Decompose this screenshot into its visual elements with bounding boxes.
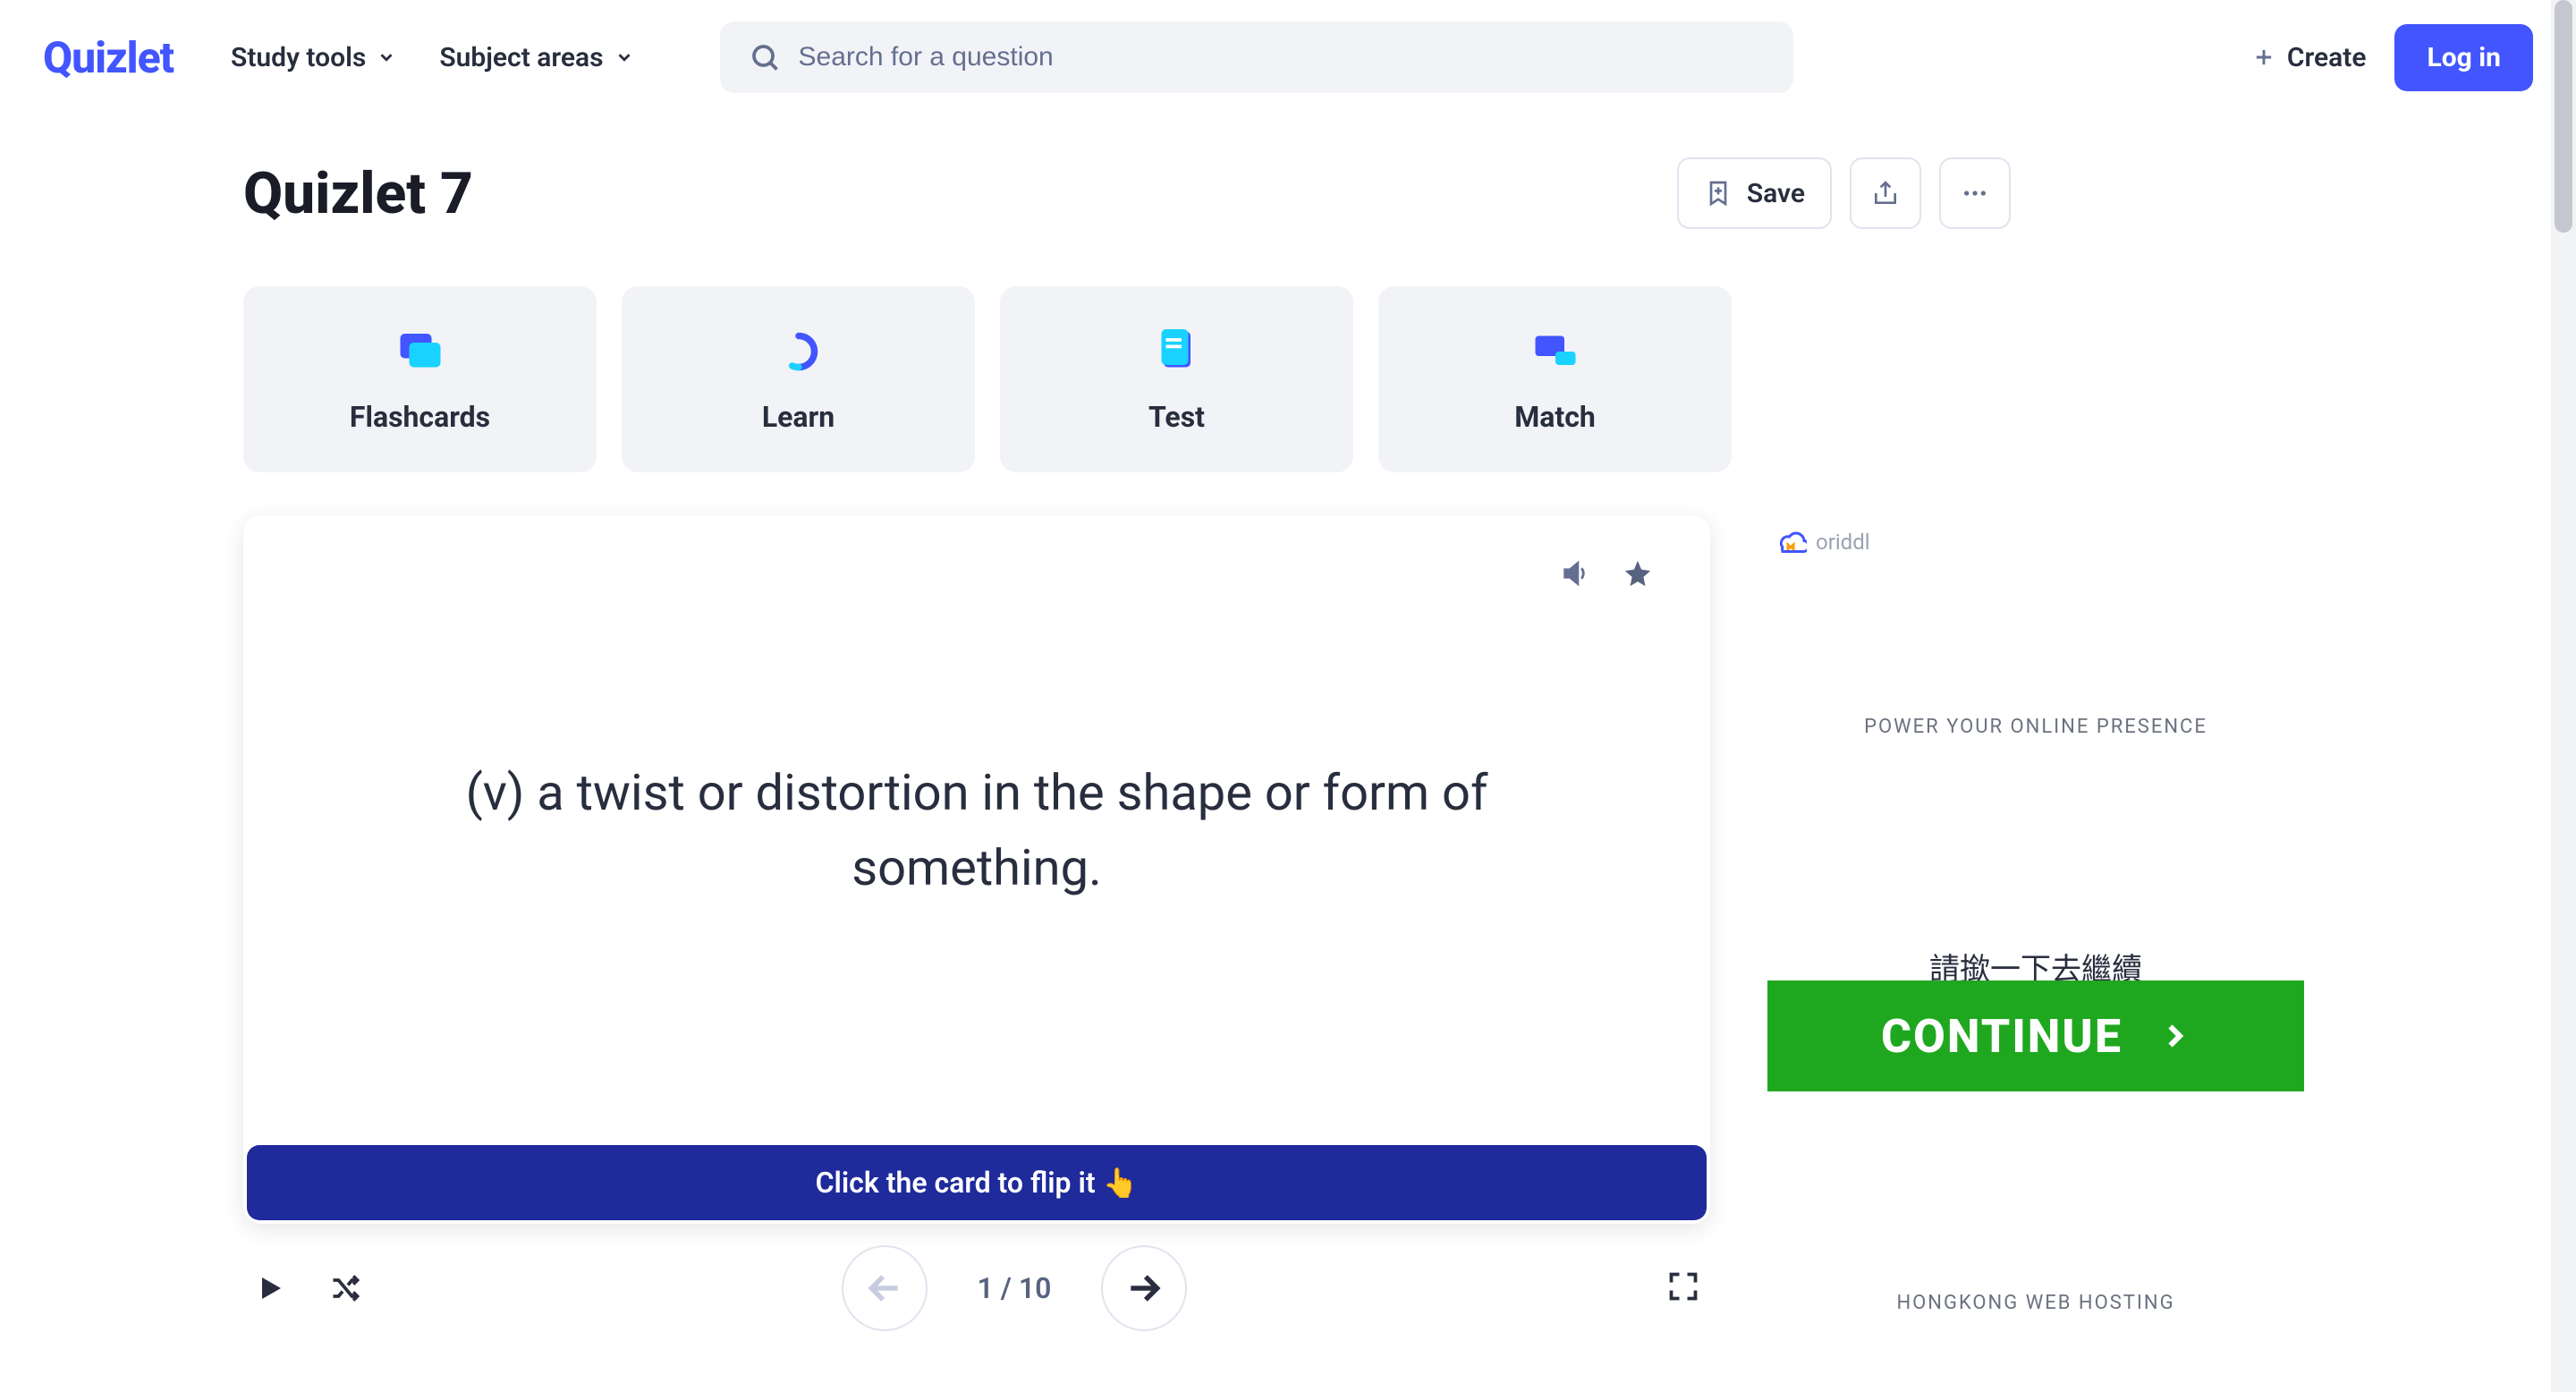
flip-hint[interactable]: Click the card to flip it 👆	[247, 1145, 1707, 1220]
mode-flashcards[interactable]: Flashcards	[243, 286, 597, 472]
ellipsis-icon	[1961, 179, 1989, 208]
next-card-button[interactable]	[1101, 1245, 1187, 1331]
scrollbar-thumb[interactable]	[2555, 0, 2572, 233]
card-counter: 1 / 10	[978, 1271, 1052, 1305]
save-button[interactable]: Save	[1677, 157, 1832, 229]
top-nav: Quizlet Study tools Subject areas Create…	[0, 0, 2576, 115]
search-icon	[749, 41, 781, 73]
ad-brand-logo: oriddl	[1775, 526, 1870, 558]
bookmark-icon	[1704, 179, 1733, 208]
ad-continue-button[interactable]: CONTINUE	[1767, 980, 2304, 1091]
learn-icon	[772, 325, 826, 378]
card-top-icons	[1560, 558, 1653, 589]
card-text-wrap: (v) a twist or distortion in the shape o…	[243, 515, 1710, 1145]
match-icon	[1529, 325, 1582, 378]
fullscreen-icon[interactable]	[1667, 1270, 1699, 1303]
chevron-down-icon	[377, 47, 396, 67]
card-area: (v) a twist or distortion in the shape o…	[243, 515, 2333, 1374]
test-icon	[1150, 325, 1204, 378]
mode-match[interactable]: Match	[1378, 286, 1732, 472]
create-label: Create	[2287, 42, 2367, 73]
play-icon[interactable]	[254, 1272, 286, 1304]
card-text: (v) a twist or distortion in the shape o…	[351, 755, 1603, 905]
chevron-right-icon	[2158, 1020, 2190, 1052]
ad-box[interactable]: oriddl POWER YOUR ONLINE PRESENCE 請撳一下去繼…	[1767, 515, 2304, 1374]
ad-column: oriddl POWER YOUR ONLINE PRESENCE 請撳一下去繼…	[1767, 515, 2304, 1374]
create-button[interactable]: Create	[2251, 42, 2367, 73]
search-input[interactable]	[799, 42, 1765, 72]
plus-icon	[2251, 45, 2276, 70]
controls-left	[254, 1272, 361, 1304]
prev-card-button[interactable]	[842, 1245, 928, 1331]
main: Quizlet 7 Save Flashcards Learn Test	[0, 157, 2576, 1374]
share-icon	[1871, 179, 1900, 208]
flashcard[interactable]: (v) a twist or distortion in the shape o…	[243, 515, 1710, 1224]
quizlet-logo[interactable]: Quizlet	[43, 32, 174, 83]
more-button[interactable]	[1939, 157, 2011, 229]
card-controls: 1 / 10	[243, 1245, 1710, 1331]
nav-study-tools[interactable]: Study tools	[231, 42, 396, 73]
study-modes: Flashcards Learn Test Match	[243, 286, 2333, 472]
chevron-down-icon	[614, 47, 634, 67]
audio-icon[interactable]	[1560, 558, 1590, 589]
mode-learn[interactable]: Learn	[622, 286, 975, 472]
mode-test[interactable]: Test	[1000, 286, 1353, 472]
star-icon[interactable]	[1623, 558, 1653, 589]
mode-test-label: Test	[1148, 400, 1205, 434]
nav-menus: Study tools Subject areas	[231, 42, 634, 73]
controls-right	[1667, 1270, 1699, 1306]
flashcards-icon	[394, 325, 447, 378]
login-button[interactable]: Log in	[2394, 24, 2533, 91]
title-row: Quizlet 7 Save	[243, 157, 2333, 229]
mode-learn-label: Learn	[762, 400, 835, 434]
title-actions: Save	[1677, 157, 2011, 229]
nav-subject-areas[interactable]: Subject areas	[439, 42, 633, 73]
ad-brand-label: oriddl	[1816, 530, 1870, 555]
arrow-right-icon	[1124, 1269, 1164, 1308]
nav-subject-areas-label: Subject areas	[439, 42, 603, 73]
nav-right: Create Log in	[2251, 24, 2533, 91]
ad-headline: POWER YOUR ONLINE PRESENCE	[1767, 716, 2304, 738]
page-title: Quizlet 7	[243, 160, 473, 227]
ad-cta-label: CONTINUE	[1881, 1009, 2123, 1064]
share-button[interactable]	[1850, 157, 1921, 229]
scrollbar-track[interactable]	[2551, 0, 2576, 1392]
arrow-left-icon	[865, 1269, 904, 1308]
shuffle-icon[interactable]	[329, 1272, 361, 1304]
controls-center: 1 / 10	[361, 1245, 1667, 1331]
ad-footer: HONGKONG WEB HOSTING	[1767, 1292, 2304, 1314]
mode-flashcards-label: Flashcards	[350, 400, 490, 434]
search-bar[interactable]	[720, 21, 1793, 93]
nav-study-tools-label: Study tools	[231, 42, 366, 73]
save-label: Save	[1747, 178, 1805, 209]
cloud-icon	[1775, 526, 1807, 558]
mode-match-label: Match	[1514, 400, 1596, 434]
